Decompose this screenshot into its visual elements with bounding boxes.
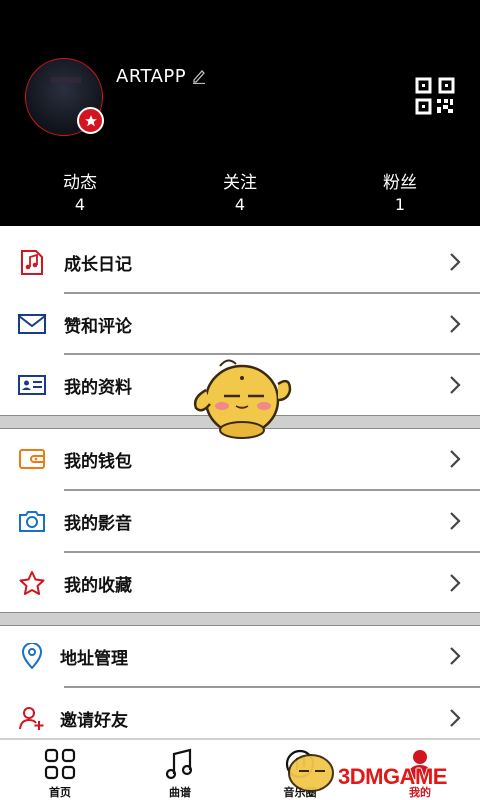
watermark-logo: 3DMGAME bbox=[338, 764, 447, 789]
add-friend-icon bbox=[19, 707, 44, 730]
star-badge-icon bbox=[77, 107, 104, 134]
menu-item-likes-comments[interactable]: 赞和评论 bbox=[0, 294, 480, 354]
id-card-icon bbox=[18, 375, 46, 395]
menu-item-label: 我的钱包 bbox=[64, 452, 132, 472]
stat-label: 粉丝 bbox=[383, 173, 417, 193]
mascot-sticker-icon bbox=[193, 359, 292, 439]
tab-label: 曲谱 bbox=[169, 786, 191, 799]
menu-item-label: 地址管理 bbox=[60, 649, 128, 669]
chevron-right-icon bbox=[450, 376, 461, 394]
stat-label: 动态 bbox=[63, 173, 97, 193]
profile-header: ARTAPP 动态 4 关注 4 粉丝 1 bbox=[0, 0, 480, 226]
menu-item-media[interactable]: 我的影音 bbox=[0, 491, 480, 551]
tab-label: 首页 bbox=[49, 786, 71, 799]
stat-value: 4 bbox=[74, 195, 86, 214]
chevron-right-icon bbox=[450, 315, 461, 333]
star-icon bbox=[19, 571, 45, 595]
music-note-icon bbox=[165, 748, 193, 780]
menu-item-label: 成长日记 bbox=[64, 255, 132, 275]
menu-item-label: 邀请好友 bbox=[60, 711, 128, 731]
username: ARTAPP bbox=[116, 66, 187, 87]
stat-label: 关注 bbox=[223, 173, 257, 193]
chevron-right-icon bbox=[450, 512, 461, 530]
chevron-right-icon bbox=[450, 253, 461, 271]
chevron-right-icon bbox=[450, 450, 461, 468]
mail-icon bbox=[18, 314, 46, 334]
grid-icon bbox=[44, 748, 76, 780]
chevron-right-icon bbox=[450, 709, 461, 727]
location-pin-icon bbox=[21, 643, 43, 669]
stat-value: 1 bbox=[394, 195, 406, 214]
menu-item-label: 我的资料 bbox=[64, 378, 132, 398]
tab-sheet-music[interactable]: 曲谱 bbox=[120, 740, 240, 800]
chevron-right-icon bbox=[450, 574, 461, 592]
stat-value: 4 bbox=[234, 195, 246, 214]
menu-item-growth-diary[interactable]: 成长日记 bbox=[0, 232, 480, 292]
edit-icon[interactable] bbox=[192, 68, 206, 84]
section-separator bbox=[0, 612, 480, 626]
menu-item-favorites[interactable]: 我的收藏 bbox=[0, 553, 480, 613]
qr-code-icon[interactable] bbox=[415, 77, 455, 115]
menu-item-address[interactable]: 地址管理 bbox=[0, 626, 480, 686]
tab-home[interactable]: 首页 bbox=[0, 740, 120, 800]
camera-icon bbox=[19, 511, 45, 532]
menu-item-label: 我的收藏 bbox=[64, 576, 132, 596]
menu-item-label: 我的影音 bbox=[64, 514, 132, 534]
stat-following[interactable]: 关注 4 bbox=[180, 172, 300, 216]
music-note-icon bbox=[21, 250, 43, 275]
stat-posts[interactable]: 动态 4 bbox=[20, 172, 140, 216]
menu-item-label: 赞和评论 bbox=[64, 317, 132, 337]
chevron-right-icon bbox=[450, 647, 461, 665]
stat-followers[interactable]: 粉丝 1 bbox=[340, 172, 460, 216]
wallet-icon bbox=[19, 449, 45, 469]
